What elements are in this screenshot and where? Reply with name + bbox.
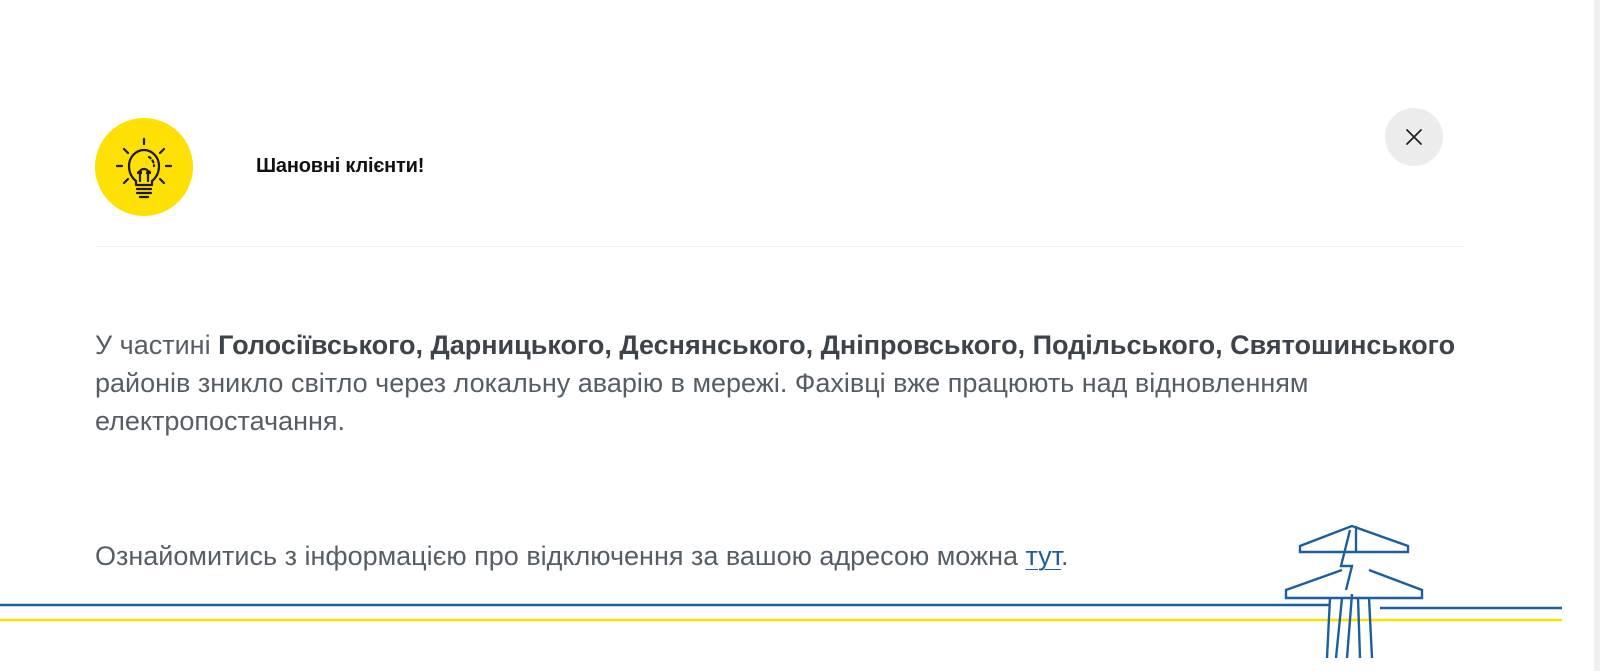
close-button[interactable]	[1385, 108, 1443, 166]
transmission-tower	[1284, 524, 1424, 659]
modal-title: Шановні клієнти!	[256, 155, 425, 177]
scrollbar-track[interactable]	[1594, 0, 1600, 671]
announcement-modal: Шановні клієнти! У частині Голосіївськог…	[0, 0, 1600, 671]
outage-message: У частині Голосіївського, Дарницького, Д…	[95, 326, 1475, 440]
message-intro: У частині	[95, 330, 219, 360]
lightbulb-badge	[95, 118, 193, 216]
lightbulb-icon	[115, 137, 173, 199]
districts-list: Голосіївського, Дарницького, Деснянськог…	[218, 330, 1456, 360]
power-line-illustration	[0, 524, 1562, 659]
header-divider	[95, 246, 1465, 247]
close-icon	[1406, 129, 1422, 145]
message-rest: районів зникло світло через локальну ава…	[95, 368, 1309, 436]
